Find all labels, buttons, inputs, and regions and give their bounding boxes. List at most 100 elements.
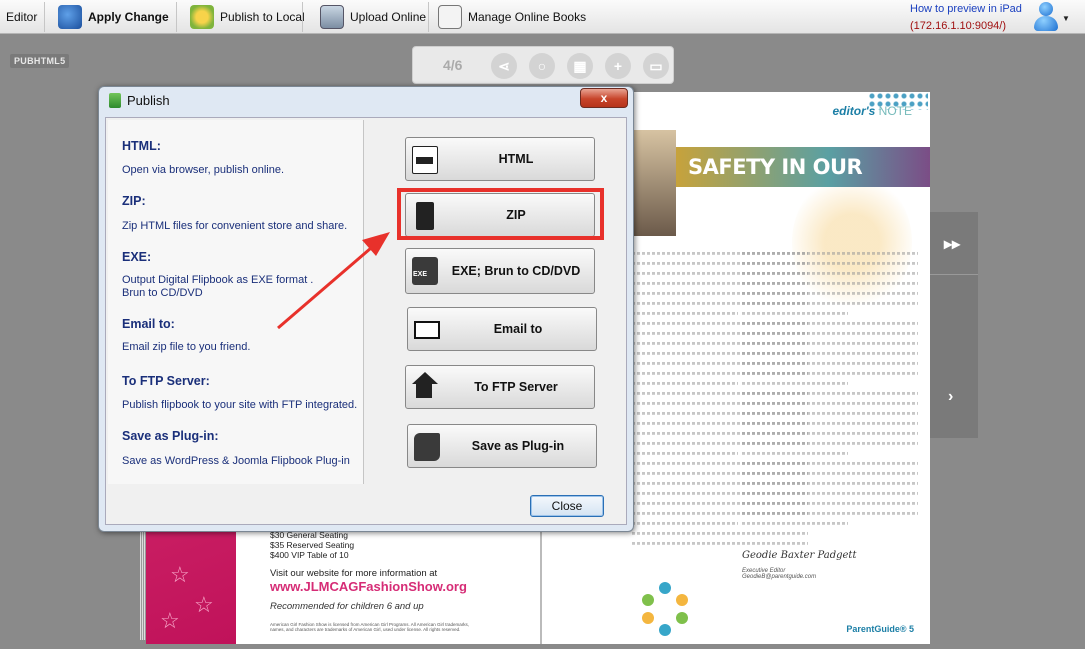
text-line: [632, 451, 738, 455]
manage-online-books-button[interactable]: Manage Online Books: [432, 0, 592, 34]
text-line: [742, 261, 918, 265]
option-heading: Email to:: [122, 317, 175, 331]
ticket-prices: $30 General Seating $35 Reserved Seating…: [270, 530, 354, 560]
page-footer: ParentGuide® 5: [846, 624, 914, 634]
star-icon: ☆: [194, 592, 214, 617]
text-line: [742, 501, 918, 505]
text-line: [742, 411, 918, 415]
toolbar-divider: [176, 2, 177, 32]
text-line: [632, 521, 738, 525]
publish-options-panel: HTML ZIP EXE; Brun to CD/DVD Email to To…: [366, 120, 624, 484]
close-icon[interactable]: x: [580, 88, 628, 108]
apply-change-button[interactable]: Apply Change: [52, 0, 175, 34]
toolbar-divider: [302, 2, 303, 32]
upload-online-button[interactable]: Upload Online: [314, 0, 432, 34]
ftp-server-button[interactable]: To FTP Server: [405, 365, 595, 409]
text-line: [742, 281, 918, 285]
main-toolbar: Editor Apply Change Publish to Local Upl…: [0, 0, 1085, 34]
email-button[interactable]: Email to: [407, 307, 597, 351]
text-line: [742, 311, 848, 315]
option-heading: ZIP:: [122, 194, 146, 208]
ticket-line: $35 Reserved Seating: [270, 540, 355, 550]
gears-icon: [190, 5, 214, 29]
close-button[interactable]: Close: [530, 495, 604, 517]
text-line: [742, 361, 918, 365]
text-line: [632, 381, 738, 385]
html-button-label: HTML: [498, 152, 534, 166]
text-line: [742, 391, 918, 395]
text-line: [742, 441, 918, 445]
html-button[interactable]: HTML: [405, 137, 595, 181]
page-navigation: ▸▸ ›: [930, 212, 978, 438]
user-icon[interactable]: [1033, 2, 1059, 32]
text-line: [742, 291, 918, 295]
text-line: [742, 421, 918, 425]
option-heading: EXE:: [122, 250, 152, 264]
pubhtml5-logo: PUBHTML5: [10, 54, 70, 68]
exe-file-icon: [412, 257, 438, 285]
text-line: [742, 471, 918, 475]
text-line: [742, 431, 918, 435]
description-panel: HTML: Open via browser, publish online. …: [108, 120, 364, 484]
exe-button[interactable]: EXE; Brun to CD/DVD: [405, 248, 595, 294]
option-description: Open via browser, publish online.: [122, 164, 285, 176]
editor-label: Editor: [6, 10, 38, 24]
fine-print: American Girl Fashion Show is licensed f…: [270, 622, 470, 632]
refresh-icon: [58, 5, 82, 29]
option-description: Output Digital Flipbook as EXE format . …: [122, 274, 314, 299]
email-icon: [414, 321, 440, 339]
thumbnails-icon[interactable]: ▦: [567, 53, 593, 79]
share-icon[interactable]: ⋖: [491, 53, 517, 79]
ftp-button-label: To FTP Server: [474, 380, 558, 394]
editors-note-thin: NOTE: [878, 104, 912, 118]
text-line: [742, 511, 918, 515]
upload-online-label: Upload Online: [350, 10, 427, 24]
visit-text: Visit our website for more information a…: [270, 568, 438, 579]
ticket-line: $400 VIP Table of 10: [270, 550, 349, 560]
html-file-icon: [412, 146, 438, 174]
book-icon: [109, 93, 121, 108]
text-line: [742, 351, 918, 355]
option-description: Publish flipbook to your site with FTP i…: [122, 399, 358, 411]
text-line: [742, 491, 918, 495]
text-line: [742, 521, 848, 525]
text-line: [742, 481, 918, 485]
editor-credit: Executive Editor GeodieB@parentguide.com: [742, 568, 816, 580]
editor-button[interactable]: Editor: [0, 0, 43, 34]
next-page-icon[interactable]: ›: [948, 388, 953, 406]
parentguide-flower-icon: [638, 582, 692, 636]
zip-highlight-box: [397, 188, 604, 240]
age-recommendation: Recommended for children 6 and up: [270, 601, 424, 612]
ipad-preview-link[interactable]: How to preview in iPad: [910, 3, 1022, 15]
article-banner: SAFETY IN OUR SCHOOLS: [676, 147, 930, 219]
manage-online-books-label: Manage Online Books: [468, 10, 587, 24]
editors-note-heading: editor's NOTE: [832, 104, 912, 118]
text-line: [742, 461, 918, 465]
star-icon: ☆: [170, 562, 190, 587]
option-heading: To FTP Server:: [122, 374, 210, 388]
dialog-body: HTML: Open via browser, publish online. …: [105, 117, 627, 525]
puzzle-icon: [414, 433, 440, 461]
apply-change-label: Apply Change: [88, 10, 169, 24]
text-line: [632, 311, 738, 315]
dialog-title: Publish: [127, 93, 170, 108]
exe-button-label: EXE; Brun to CD/DVD: [451, 264, 581, 278]
zoom-in-icon[interactable]: +: [605, 53, 631, 79]
text-line: [742, 451, 848, 455]
viewer-control-bar: 4/6 ⋖ ○ ▦ + ▭: [412, 46, 674, 84]
website-url: www.JLMCAGFashionShow.org: [270, 579, 467, 594]
option-heading: Save as Plug-in:: [122, 429, 219, 443]
chevron-down-icon[interactable]: ▼: [1062, 14, 1070, 23]
star-icon: ☆: [160, 608, 180, 633]
home-upload-icon: [412, 372, 438, 384]
last-page-icon[interactable]: ▸▸: [944, 234, 960, 254]
article-column: [742, 252, 918, 532]
save-plugin-button[interactable]: Save as Plug-in: [407, 424, 597, 468]
text-line: [742, 341, 918, 345]
search-icon[interactable]: ○: [529, 53, 555, 79]
option-description: Zip HTML files for convenient store and …: [122, 220, 348, 232]
toolbar-divider: [428, 2, 429, 32]
publish-local-button[interactable]: Publish to Local: [184, 0, 311, 34]
home-upload-icon-base: [416, 384, 432, 398]
fullscreen-icon[interactable]: ▭: [643, 53, 669, 79]
